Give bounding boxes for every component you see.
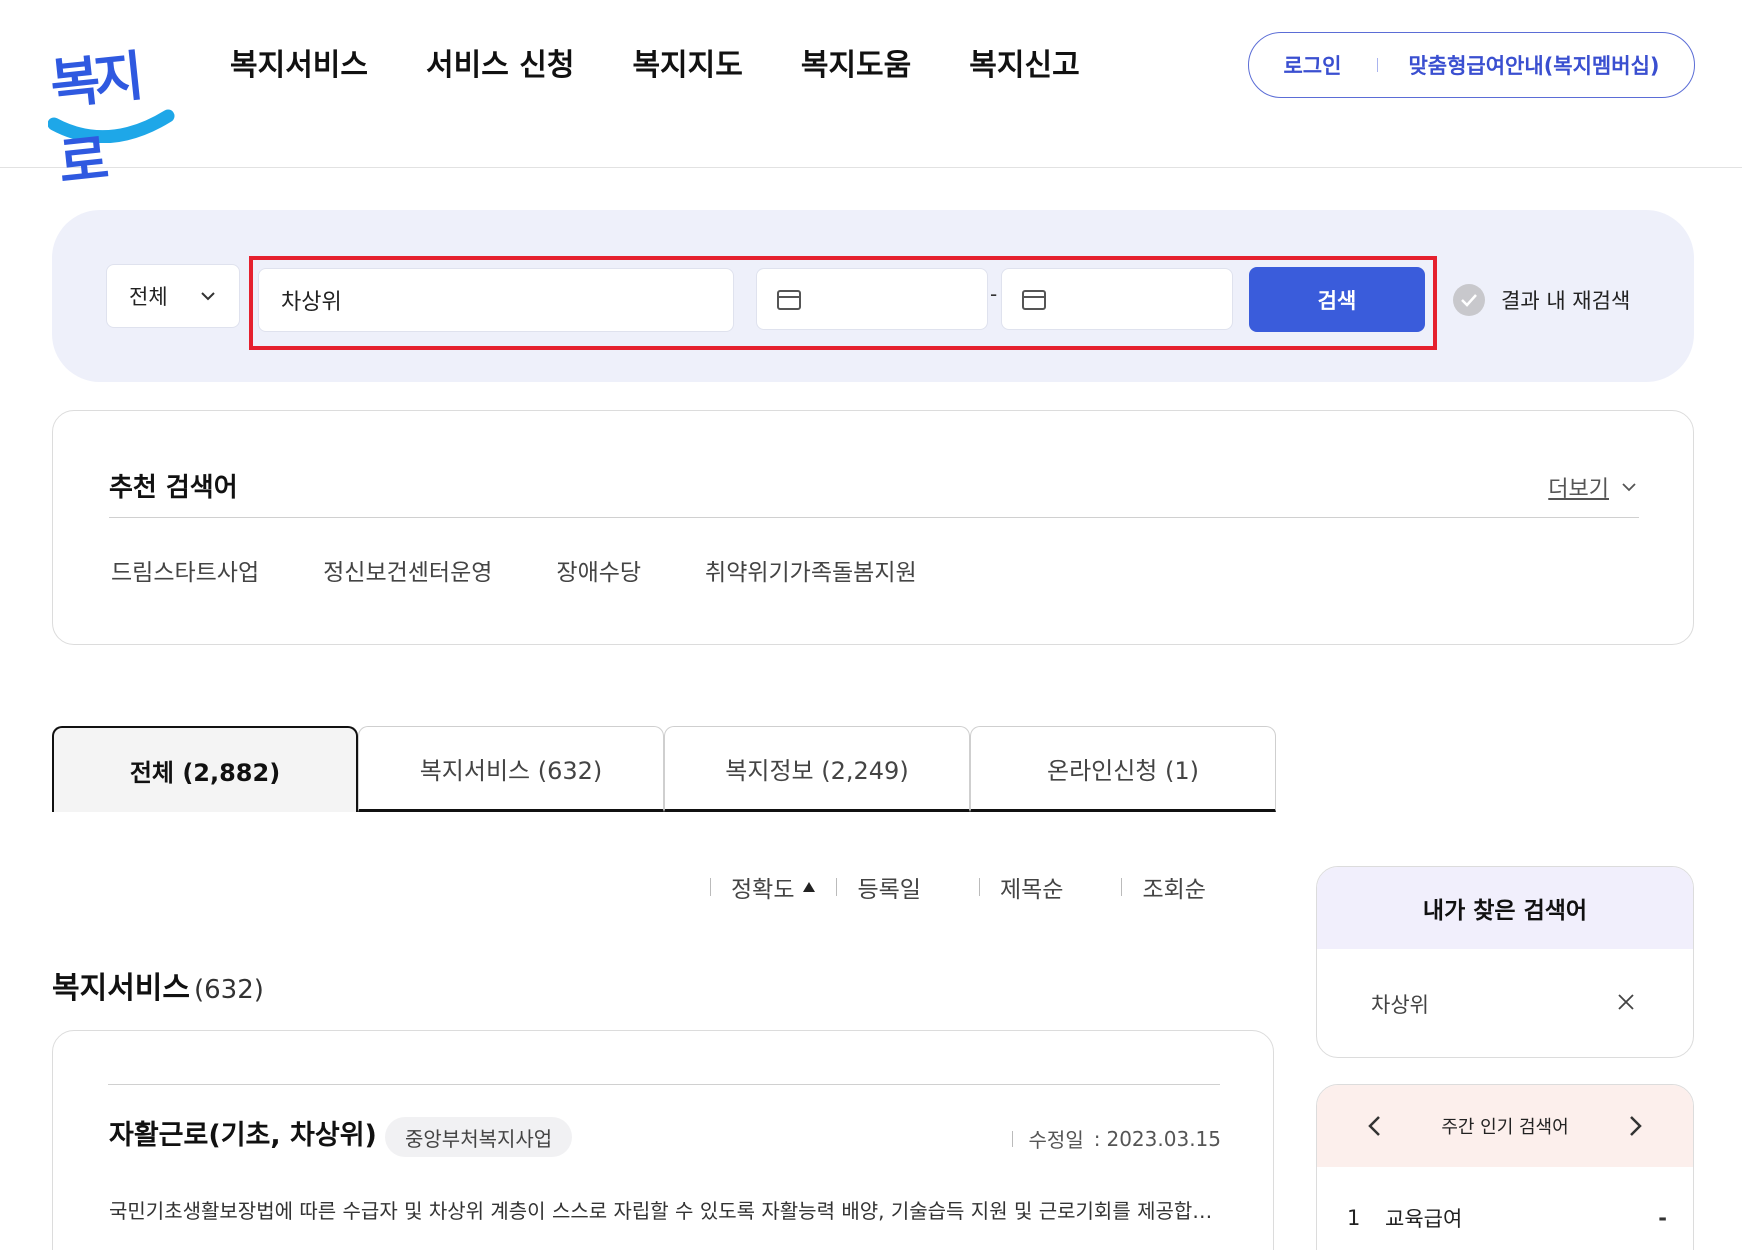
- result-tabs: 전체 (2,882) 복지서비스 (632) 복지정보 (2,249) 온라인신…: [52, 726, 1276, 812]
- weekly-popular-title: 주간 인기 검색어: [1441, 1117, 1569, 1138]
- more-label: 더보기: [1548, 477, 1609, 502]
- result-date-label: 수정일: [1028, 1128, 1084, 1152]
- section-title-text: 복지서비스: [52, 971, 190, 1006]
- close-icon[interactable]: [1617, 993, 1635, 1011]
- recommended-keyword[interactable]: 장애수당: [556, 553, 641, 587]
- sort-accuracy[interactable]: 정확도: [731, 870, 816, 904]
- sort-title[interactable]: 제목순: [1000, 870, 1063, 904]
- category-select[interactable]: 전체: [106, 264, 240, 328]
- highlight-frame: [249, 256, 1437, 350]
- recommended-list: 드림스타트사업 정신보건센터운영 장애수당 취약위기가족돌봄지원: [111, 553, 981, 587]
- sort-divider: [836, 878, 838, 896]
- nav-welfare-report[interactable]: 복지신고: [969, 44, 1079, 88]
- nav-welfare-map[interactable]: 복지지도: [632, 44, 742, 88]
- tab-all[interactable]: 전체 (2,882): [52, 726, 358, 812]
- sort-date[interactable]: 등록일: [857, 870, 920, 904]
- recommended-keywords-box: 추천 검색어 더보기 드림스타트사업 정신보건센터운영 장애수당 취약위기가족돌…: [52, 410, 1694, 645]
- sort-divider: [978, 878, 980, 896]
- tab-welfare-info[interactable]: 복지정보 (2,249): [664, 726, 970, 812]
- re-search-label: 결과 내 재검색: [1501, 289, 1631, 313]
- my-keywords-title: 내가 찾은 검색어: [1317, 867, 1693, 949]
- sort-accuracy-label: 정확도: [731, 877, 795, 903]
- result-date: 수정일 : 2023.03.15: [1011, 1124, 1221, 1153]
- result-badge: 중앙부처복지사업: [385, 1117, 573, 1157]
- divider: [109, 517, 1639, 518]
- login-link[interactable]: 로그인: [1283, 50, 1341, 80]
- tab-online-apply[interactable]: 온라인신청 (1): [970, 726, 1276, 812]
- category-select-value: 전체: [129, 285, 168, 309]
- popular-keyword[interactable]: 교육급여: [1385, 1203, 1658, 1233]
- nav-welfare-help[interactable]: 복지도움: [801, 44, 911, 88]
- recommended-title: 추천 검색어: [109, 473, 238, 503]
- member-divider: [1377, 58, 1379, 72]
- divider: [108, 1084, 1220, 1085]
- more-button[interactable]: 더보기: [1548, 471, 1637, 503]
- sort-divider: [1121, 878, 1123, 896]
- check-icon: [1453, 284, 1485, 316]
- bokjiro-logo[interactable]: 복지로: [47, 28, 178, 195]
- rank-change: -: [1658, 1206, 1667, 1230]
- result-description: 국민기초생활보장법에 따른 수급자 및 차상위 계층이 스스로 자립할 수 있도…: [109, 1199, 1221, 1223]
- chevron-down-icon: [201, 292, 215, 301]
- tab-welfare-service[interactable]: 복지서비스 (632): [358, 726, 664, 812]
- result-card: 자활근로(기초, 차상위) 중앙부처복지사업 수정일 : 2023.03.15 …: [52, 1030, 1274, 1250]
- chevron-right-icon[interactable]: [1629, 1115, 1643, 1137]
- result-date-value: 2023.03.15: [1106, 1126, 1221, 1151]
- chevron-down-icon: [1622, 483, 1636, 492]
- weekly-popular-box: 주간 인기 검색어 1 교육급여 -: [1316, 1084, 1694, 1250]
- chevron-left-icon[interactable]: [1367, 1115, 1381, 1137]
- nav-service-apply[interactable]: 서비스 신청: [426, 44, 574, 88]
- member-box: 로그인 맞춤형급여안내(복지멤버십): [1248, 32, 1695, 98]
- sort-up-icon: [803, 882, 816, 892]
- section-count: (632): [194, 975, 264, 1005]
- sort-options: 정확도 등록일 제목순 조회순: [690, 870, 1206, 904]
- rank-number: 1: [1347, 1206, 1361, 1230]
- site-header: 복지로 복지서비스 서비스 신청 복지지도 복지도움 복지신고 로그인 맞춤형급…: [0, 0, 1742, 195]
- weekly-popular-row: 1 교육급여 -: [1347, 1203, 1667, 1233]
- membership-link[interactable]: 맞춤형급여안내(복지멤버십): [1408, 50, 1659, 80]
- section-title: 복지서비스 (632): [52, 963, 264, 1007]
- nav-welfare-service[interactable]: 복지서비스: [230, 44, 368, 88]
- re-search-checkbox[interactable]: 결과 내 재검색: [1453, 284, 1630, 316]
- sort-date-label: 등록일: [857, 877, 921, 903]
- sort-divider: [710, 878, 711, 896]
- date-divider: [1011, 1130, 1013, 1147]
- result-title[interactable]: 자활근로(기초, 차상위): [109, 1113, 377, 1152]
- recommended-keyword[interactable]: 취약위기가족돌봄지원: [705, 553, 917, 587]
- my-keyword-item[interactable]: 차상위: [1371, 989, 1429, 1019]
- sort-views[interactable]: 조회순: [1142, 870, 1205, 904]
- main-nav: 복지서비스 서비스 신청 복지지도 복지도움 복지신고: [230, 44, 1138, 88]
- sort-title-label: 제목순: [999, 877, 1064, 903]
- recommended-keyword[interactable]: 드림스타트사업: [111, 553, 259, 587]
- logo-text: 복지로: [47, 44, 141, 196]
- my-keywords-box: 내가 찾은 검색어 차상위: [1316, 866, 1694, 1058]
- recommended-keyword[interactable]: 정신보건센터운영: [323, 553, 492, 587]
- sort-views-label: 조회순: [1142, 877, 1206, 903]
- weekly-popular-header: 주간 인기 검색어: [1317, 1085, 1693, 1167]
